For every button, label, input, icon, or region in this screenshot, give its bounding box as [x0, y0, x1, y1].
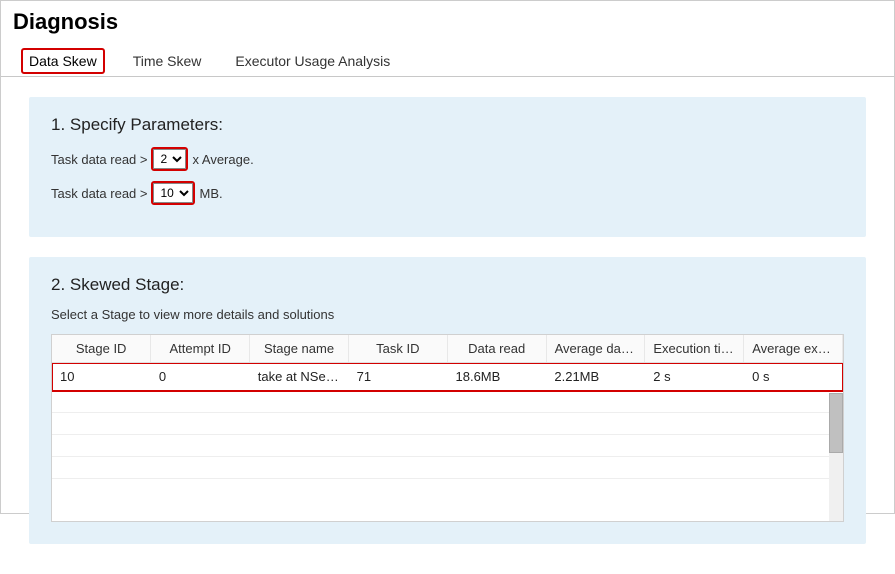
table-row — [52, 457, 843, 479]
table-body-area: 10 0 take at NSer… 71 18.6MB 2.21MB 2 s … — [52, 363, 843, 521]
scroll-thumb[interactable] — [829, 393, 843, 453]
table-row — [52, 413, 843, 435]
cell-data-read: 18.6MB — [448, 363, 547, 391]
col-stage-name[interactable]: Stage name — [250, 335, 349, 363]
param-row-2: Task data read > 10 MB. — [51, 181, 844, 205]
cell-stage-name: take at NSer… — [250, 363, 349, 391]
specify-parameters-section: 1. Specify Parameters: Task data read > … — [29, 97, 866, 237]
tab-time-skew[interactable]: Time Skew — [127, 45, 208, 77]
col-attempt-id[interactable]: Attempt ID — [151, 335, 250, 363]
table-row — [52, 391, 843, 413]
param2-suffix: MB. — [199, 186, 222, 201]
param1-prefix: Task data read > — [51, 152, 147, 167]
col-stage-id[interactable]: Stage ID — [52, 335, 151, 363]
cell-avg-exec: 0 s — [744, 363, 843, 391]
tab-executor-usage[interactable]: Executor Usage Analysis — [229, 45, 396, 77]
param-row-1: Task data read > 2 x Average. — [51, 147, 844, 171]
section1-title: 1. Specify Parameters: — [51, 115, 844, 135]
param2-prefix: Task data read > — [51, 186, 147, 201]
cell-exec-time: 2 s — [645, 363, 744, 391]
param1-select-wrap: 2 — [151, 147, 188, 171]
skewed-stage-table-wrap: Stage ID Attempt ID Stage name Task ID D… — [51, 334, 844, 522]
page-title: Diagnosis — [1, 1, 894, 45]
param2-select[interactable]: 10 — [153, 183, 193, 203]
col-task-id[interactable]: Task ID — [348, 335, 447, 363]
cell-stage-id: 10 — [52, 363, 151, 391]
vertical-scrollbar[interactable] — [829, 393, 843, 521]
skewed-stage-section: 2. Skewed Stage: Select a Stage to view … — [29, 257, 866, 544]
param2-select-wrap: 10 — [151, 181, 195, 205]
section2-title: 2. Skewed Stage: — [51, 275, 844, 295]
skewed-stage-table: Stage ID Attempt ID Stage name Task ID D… — [52, 335, 843, 363]
col-data-read[interactable]: Data read — [447, 335, 546, 363]
param1-select[interactable]: 2 — [153, 149, 186, 169]
table-row — [52, 435, 843, 457]
col-exec-time[interactable]: Execution time — [645, 335, 744, 363]
content-area: 1. Specify Parameters: Task data read > … — [1, 77, 894, 574]
col-avg-data[interactable]: Average dat… — [546, 335, 645, 363]
tabs-bar: Data Skew Time Skew Executor Usage Analy… — [1, 45, 894, 77]
section2-subtitle: Select a Stage to view more details and … — [51, 307, 844, 322]
param1-suffix: x Average. — [192, 152, 253, 167]
col-avg-exec[interactable]: Average exe… — [744, 335, 843, 363]
tab-data-skew[interactable]: Data Skew — [21, 48, 105, 74]
cell-avg-data: 2.21MB — [546, 363, 645, 391]
cell-attempt-id: 0 — [151, 363, 250, 391]
table-row[interactable]: 10 0 take at NSer… 71 18.6MB 2.21MB 2 s … — [52, 363, 843, 391]
cell-task-id: 71 — [349, 363, 448, 391]
